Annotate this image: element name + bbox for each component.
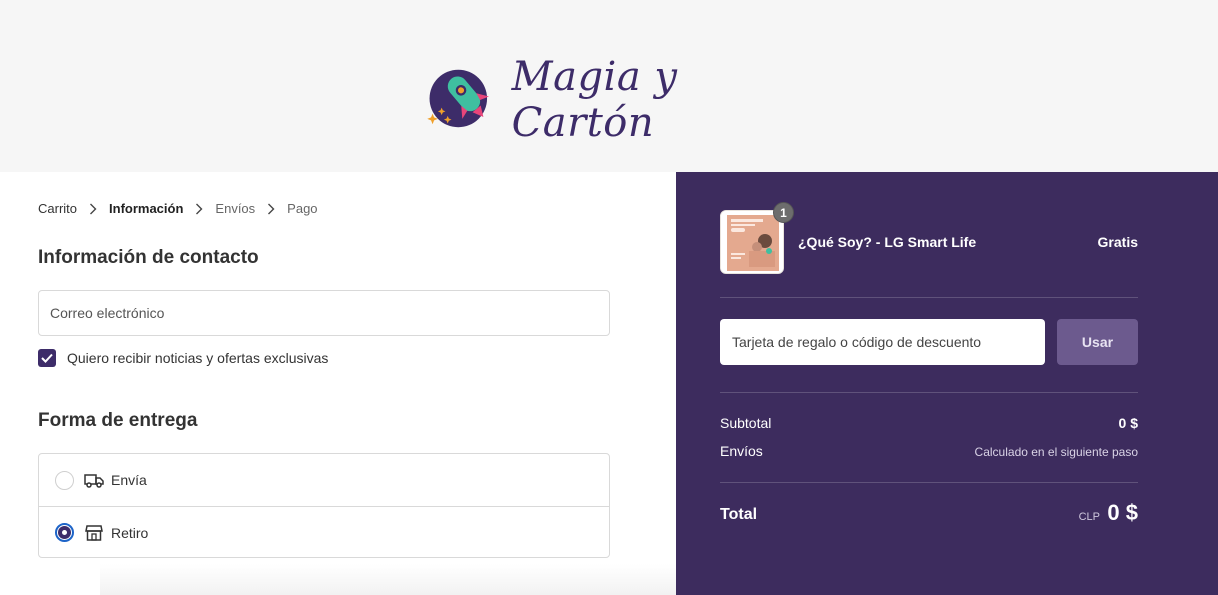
divider <box>720 392 1138 393</box>
delivery-option-retiro[interactable]: Retiro <box>39 506 609 558</box>
total-value: 0 $ <box>1107 500 1138 525</box>
breadcrumb-informacion: Información <box>109 201 184 216</box>
order-summary: 1 ¿Qué Soy? - LG Smart Life Gratis Usar … <box>676 172 1218 595</box>
shipping-value: Calculado en el siguiente paso <box>974 445 1138 459</box>
chevron-right-icon <box>263 203 279 215</box>
divider <box>720 482 1138 483</box>
email-field[interactable] <box>38 290 610 336</box>
product-name: ¿Qué Soy? - LG Smart Life <box>798 234 977 250</box>
delivery-option-label: Envía <box>111 472 147 488</box>
total-currency: CLP <box>1078 511 1100 523</box>
breadcrumb-carrito[interactable]: Carrito <box>38 201 77 216</box>
rocket-logo-icon <box>427 69 489 128</box>
product-thumbnail <box>720 210 784 274</box>
product-price: Gratis <box>1097 234 1138 250</box>
newsletter-label: Quiero recibir noticias y ofertas exclus… <box>67 350 329 366</box>
shipping-label: Envíos <box>720 443 763 459</box>
checkmark-icon <box>41 353 53 363</box>
contact-section-title: Información de contacto <box>38 247 259 268</box>
store-icon <box>84 524 104 541</box>
quantity-badge: 1 <box>773 202 794 223</box>
discount-code-input[interactable] <box>720 319 1045 365</box>
apply-discount-button[interactable]: Usar <box>1057 319 1138 365</box>
cart-item: 1 ¿Qué Soy? - LG Smart Life Gratis <box>720 202 1138 274</box>
delivery-options: Envía Retiro <box>38 453 610 558</box>
divider <box>720 297 1138 298</box>
truck-icon <box>84 472 104 488</box>
newsletter-option[interactable]: Quiero recibir noticias y ofertas exclus… <box>38 349 328 367</box>
footer-shadow <box>100 564 676 595</box>
checkout-form: Carrito Información Envíos Pago Informac… <box>0 172 676 595</box>
page-header: Magia y Cartón <box>0 0 1218 172</box>
breadcrumb-envios: Envíos <box>215 201 256 216</box>
delivery-section-title: Forma de entrega <box>38 410 198 431</box>
subtotal-value: 0 $ <box>1118 415 1138 431</box>
brand-logo[interactable]: Magia y Cartón <box>425 54 755 146</box>
radio-envia[interactable] <box>55 470 74 490</box>
brand-name: Magia y Cartón <box>511 54 678 146</box>
breadcrumb: Carrito Información Envíos Pago <box>38 201 318 216</box>
radio-retiro[interactable] <box>55 523 74 542</box>
delivery-option-envia[interactable]: Envía <box>39 454 609 506</box>
chevron-right-icon <box>191 203 207 215</box>
newsletter-checkbox[interactable] <box>38 349 56 367</box>
chevron-right-icon <box>85 203 101 215</box>
subtotal-label: Subtotal <box>720 415 772 431</box>
breadcrumb-pago: Pago <box>287 201 318 216</box>
total-label: Total <box>720 506 758 523</box>
delivery-option-label: Retiro <box>111 524 149 541</box>
